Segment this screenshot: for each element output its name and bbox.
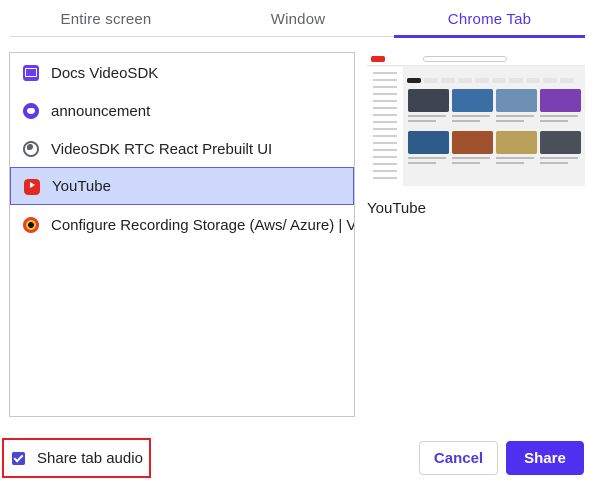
share-tab-audio-label: Share tab audio — [37, 449, 143, 467]
checkbox-checked-icon[interactable] — [12, 451, 25, 465]
tab-entire-screen[interactable]: Entire screen — [10, 0, 202, 37]
list-item-youtube[interactable]: YouTube — [10, 167, 354, 205]
list-item-label: YouTube — [52, 177, 111, 195]
youtube-icon — [24, 179, 40, 195]
tab-source-list: Docs VideoSDK announcement VideoSDK RTC … — [9, 52, 355, 417]
list-item-announcement[interactable]: announcement — [10, 92, 354, 130]
list-item-label: Docs VideoSDK — [51, 64, 159, 82]
tab-window[interactable]: Window — [202, 0, 394, 37]
list-item-docs-videosdk[interactable]: Docs VideoSDK — [10, 54, 354, 92]
list-item-label: announcement — [51, 102, 151, 120]
docs-calendar-icon — [23, 65, 39, 81]
share-tab-audio-checkbox[interactable]: Share tab audio — [12, 448, 143, 468]
list-item-videosdk-rtc[interactable]: VideoSDK RTC React Prebuilt UI — [10, 130, 354, 168]
list-item-configure-recording[interactable]: Configure Recording Storage (Aws/ Azure)… — [10, 206, 354, 244]
recording-icon — [23, 217, 39, 233]
youtube-logo-icon — [371, 56, 385, 62]
source-tabs: Entire screen Window Chrome Tab — [10, 0, 585, 38]
share-button[interactable]: Share — [506, 441, 584, 475]
globe-icon — [23, 141, 39, 157]
tab-preview-thumbnail — [367, 52, 585, 186]
cancel-button[interactable]: Cancel — [419, 441, 498, 475]
preview-title: YouTube — [367, 200, 426, 217]
list-item-label: VideoSDK RTC React Prebuilt UI — [51, 140, 273, 158]
tab-chrome-tab[interactable]: Chrome Tab — [394, 0, 585, 38]
list-item-label: Configure Recording Storage (Aws/ Azure)… — [51, 216, 355, 234]
discord-icon — [23, 103, 39, 119]
